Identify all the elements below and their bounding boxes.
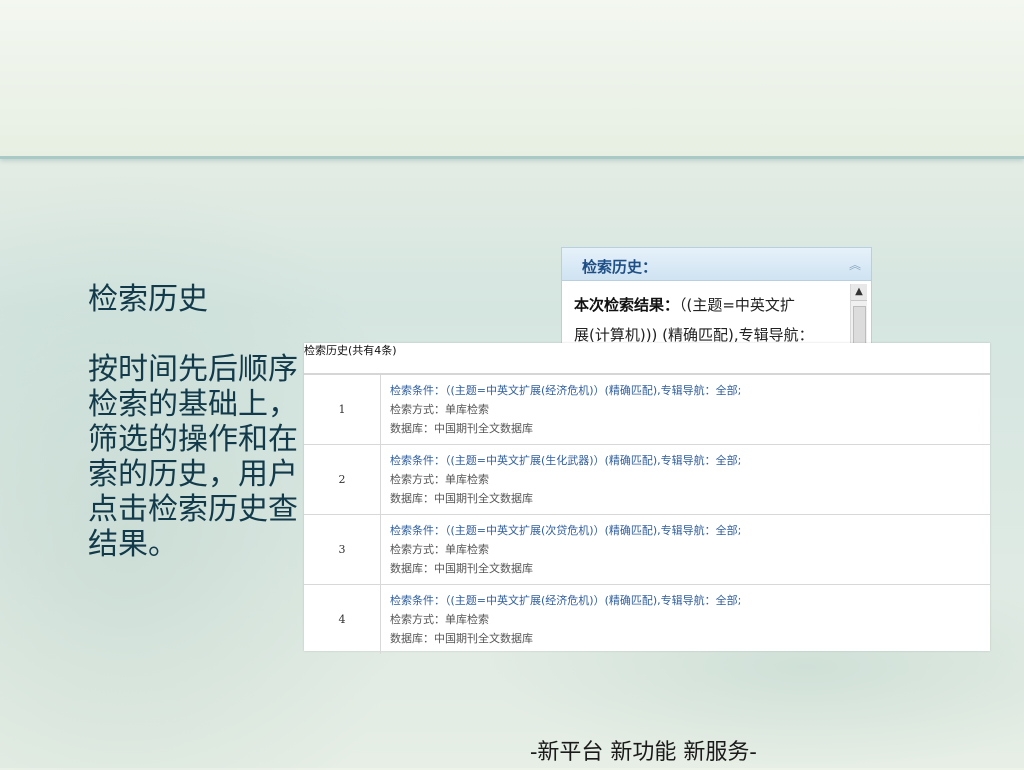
search-database: 数据库：中国期刊全文数据库: [390, 492, 533, 505]
panel-header: 检索历史： ︽: [562, 248, 871, 281]
row-details: 检索条件：（(主题=中英文扩展(生化武器)）(精确匹配),专辑导航：全部; 检索…: [390, 451, 741, 508]
row-number: 2: [304, 445, 381, 514]
scroll-thumb[interactable]: [853, 306, 866, 348]
search-method: 检索方式：单库检索: [390, 473, 489, 486]
footer-slogan: -新平台 新功能 新服务-: [530, 740, 757, 765]
search-condition-link[interactable]: 检索条件：（(主题=中英文扩展(生化武器)）(精确匹配),专辑导航：全部;: [390, 451, 741, 470]
top-banner: [0, 0, 1024, 159]
search-condition-link[interactable]: 检索条件：（(主题=中英文扩展(经济危机)）(精确匹配),专辑导航：全部;: [390, 591, 741, 610]
row-number: 4: [304, 585, 381, 654]
table-row[interactable]: 3 检索条件：（(主题=中英文扩展(次贷危机)）(精确匹配),专辑导航：全部; …: [304, 515, 990, 585]
collapse-icon[interactable]: ︽: [849, 256, 861, 273]
row-details: 检索条件：（(主题=中英文扩展(经济危机)）(精确匹配),专辑导航：全部; 检索…: [390, 381, 741, 438]
table-row[interactable]: 2 检索条件：（(主题=中英文扩展(生化武器)）(精确匹配),专辑导航：全部; …: [304, 445, 990, 515]
search-method: 检索方式：单库检索: [390, 613, 489, 626]
row-number: 1: [304, 375, 381, 444]
search-method: 检索方式：单库检索: [390, 543, 489, 556]
current-result-label: 本次检索结果：: [574, 296, 680, 314]
history-header: 检索历史(共有4条): [304, 343, 990, 375]
search-condition-link[interactable]: 检索条件：（(主题=中英文扩展(次贷危机)）(精确匹配),专辑导航：全部;: [390, 521, 741, 540]
table-row[interactable]: 4 检索条件：（(主题=中英文扩展(经济危机)）(精确匹配),专辑导航：全部; …: [304, 585, 990, 654]
row-details: 检索条件：（(主题=中英文扩展(次贷危机)）(精确匹配),专辑导航：全部; 检索…: [390, 521, 741, 578]
search-database: 数据库：中国期刊全文数据库: [390, 562, 533, 575]
search-history-table: 检索历史(共有4条) 1 检索条件：（(主题=中英文扩展(经济危机)）(精确匹配…: [304, 343, 990, 654]
search-database: 数据库：中国期刊全文数据库: [390, 422, 533, 435]
search-method: 检索方式：单库检索: [390, 403, 489, 416]
row-number: 3: [304, 515, 381, 584]
row-details: 检索条件：（(主题=中英文扩展(经济危机)）(精确匹配),专辑导航：全部; 检索…: [390, 591, 741, 648]
current-result-value: （(主题=中英文扩: [679, 296, 795, 314]
table-row[interactable]: 1 检索条件：（(主题=中英文扩展(经济危机)）(精确匹配),专辑导航：全部; …: [304, 375, 990, 445]
slide-title: 检索历史: [88, 282, 208, 317]
panel-body: 本次检索结果：（(主题=中英文扩 展(计算机))) (精确匹配),专辑导航：: [574, 290, 844, 350]
search-condition-link[interactable]: 检索条件：（(主题=中英文扩展(经济危机)）(精确匹配),专辑导航：全部;: [390, 381, 741, 400]
scroll-up-arrow-icon[interactable]: ▲: [851, 284, 867, 301]
search-database: 数据库：中国期刊全文数据库: [390, 632, 533, 645]
panel-title: 检索历史：: [582, 258, 658, 276]
